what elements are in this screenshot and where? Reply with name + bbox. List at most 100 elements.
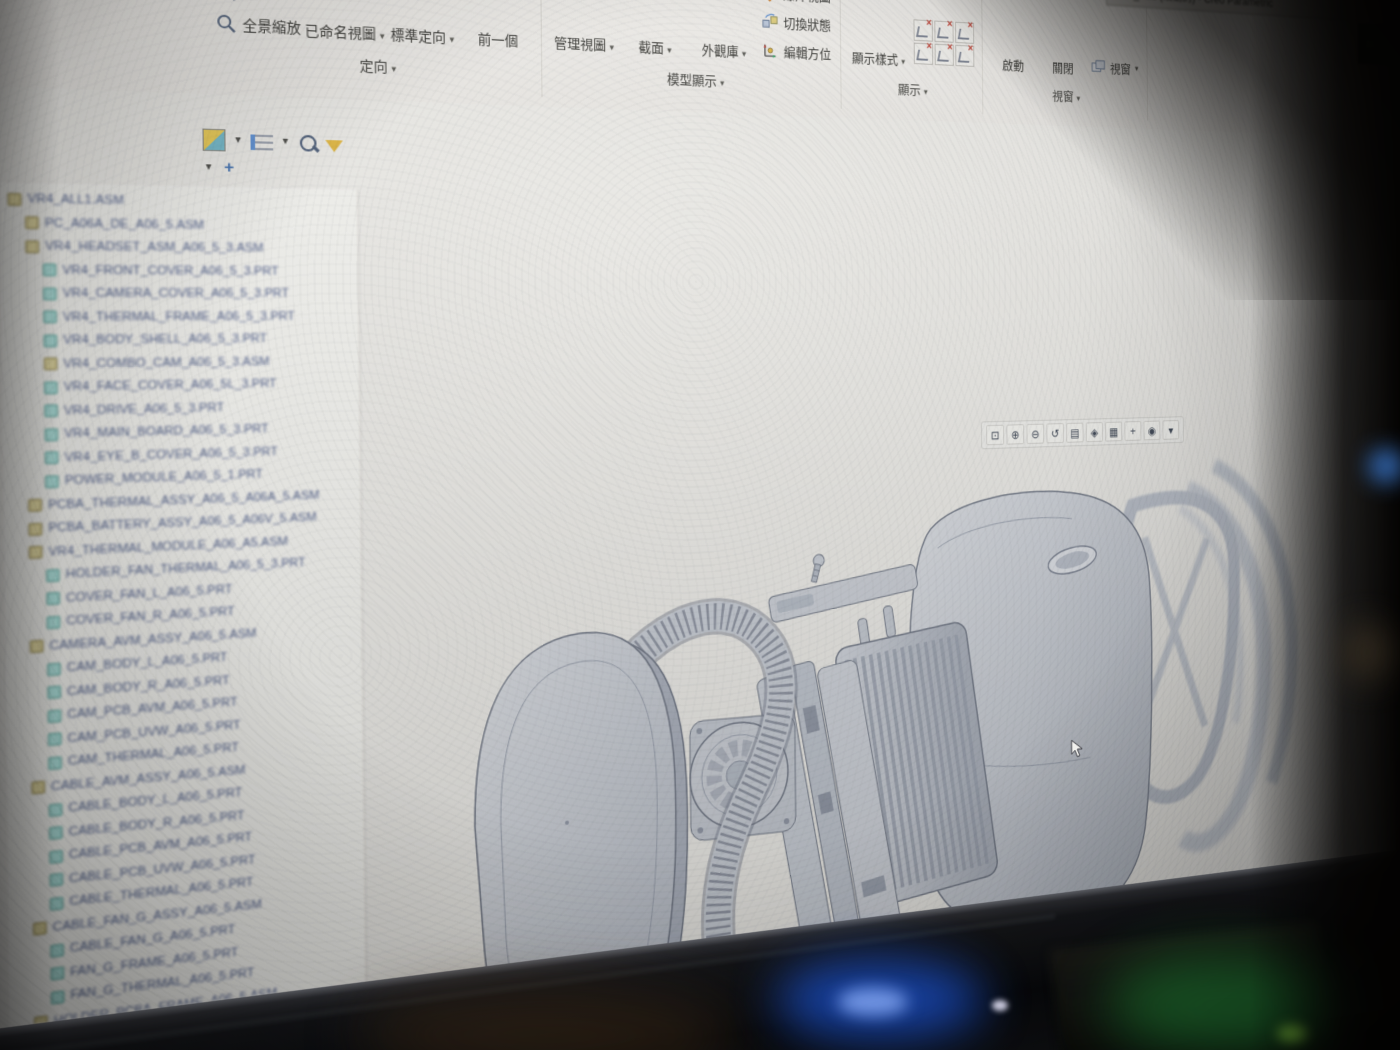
- refit-icon[interactable]: ⊡: [986, 425, 1004, 446]
- asm-icon: [25, 217, 39, 230]
- dropdown-icon[interactable]: ▾: [280, 132, 291, 152]
- datum-display-icon[interactable]: +: [1124, 421, 1141, 441]
- photo-scene: 全景縮放 已命名視圖 ▾: [0, 0, 1400, 1050]
- window-title: VR4_AL1 (活動的) - Creo Parametric: [1114, 0, 1273, 10]
- tree-item-label: VR4_CAMERA_COVER_A06_5_3.PRT: [62, 287, 289, 301]
- zoom-out-icon[interactable]: ⊖: [1027, 424, 1045, 444]
- prt-icon: [43, 264, 57, 277]
- monitor: 全景縮放 已命名視圖 ▾: [0, 0, 1400, 1050]
- screw-part[interactable]: [809, 553, 826, 583]
- display-style-label: 顯示樣式: [852, 50, 898, 67]
- prt-icon: [47, 616, 61, 629]
- window-cascade-icon: [1091, 58, 1107, 77]
- in-graphics-toolbar: ⊡⊕⊖↺▤◈▦+◉▾: [981, 416, 1184, 449]
- sections-label: 截面: [638, 39, 663, 56]
- prt-icon: [45, 452, 59, 465]
- more-icon[interactable]: ▾: [1163, 420, 1180, 440]
- prt-icon: [51, 967, 64, 981]
- exploded-view-icon: [761, 0, 779, 2]
- chevron-down-icon: ▾: [1077, 93, 1081, 103]
- dropdown-icon[interactable]: ▾: [203, 158, 215, 178]
- tree-item-label: VR4_ALL1.ASM: [27, 192, 124, 207]
- list-view-icon[interactable]: [250, 134, 273, 150]
- chevron-down-icon: ▾: [720, 78, 724, 88]
- prt-icon: [47, 662, 61, 675]
- filter-icon[interactable]: [325, 139, 343, 151]
- asm-icon: [29, 546, 43, 559]
- group-show-label: 顯示: [898, 82, 921, 98]
- named-views-button[interactable]: 已命名視圖 ▾: [308, 0, 380, 48]
- annotation-display-toggle[interactable]: ×: [935, 44, 954, 66]
- group-window-label: 視窗: [1052, 89, 1073, 104]
- refit-icon: [215, 0, 237, 2]
- axis-display-toggle[interactable]: ×: [914, 19, 933, 41]
- prt-icon: [43, 287, 57, 300]
- background-window[interactable]: [1358, 23, 1400, 71]
- close-window-button[interactable]: 關閉: [1040, 0, 1084, 81]
- prt-icon: [47, 686, 61, 700]
- repaint-icon[interactable]: ↺: [1046, 423, 1063, 443]
- chevron-down-icon: ▾: [380, 30, 385, 41]
- csys-display-toggle[interactable]: ×: [955, 22, 974, 44]
- refit-button[interactable]: [215, 0, 301, 6]
- standard-orient-button[interactable]: 標準定向 ▾: [387, 0, 457, 51]
- dropdown-icon[interactable]: ▾: [232, 131, 244, 151]
- prt-icon: [49, 826, 62, 840]
- plane-display-toggle[interactable]: ×: [914, 43, 933, 65]
- previous-view-button[interactable]: 前一個: [463, 0, 531, 55]
- find-icon[interactable]: [300, 134, 317, 151]
- toggle-status-label: 切換狀態: [783, 13, 831, 35]
- tree-item-label: VR4_FRONT_COVER_A06_5_3.PRT: [62, 263, 278, 278]
- bracket-arm-part[interactable]: [768, 564, 918, 623]
- asm-icon: [29, 523, 43, 536]
- prt-icon: [45, 475, 59, 488]
- appearance-gallery-button[interactable]: 外觀庫 ▾: [692, 0, 754, 65]
- model-edit-icon[interactable]: [202, 129, 225, 152]
- tree-item-label: POWER_MODULE_A06_5_1.PRT: [65, 468, 263, 488]
- point-display-toggle[interactable]: ×: [934, 21, 953, 43]
- tree-item[interactable]: VR4_CAMERA_COVER_A06_5_3.PRT: [9, 282, 359, 306]
- creo-window-titlebar[interactable]: VR4_AL1 (活動的) - Creo Parametric: [1106, 0, 1358, 21]
- select-add-icon[interactable]: +: [221, 158, 237, 178]
- prt-icon: [43, 311, 57, 324]
- activate-label: 啟動: [1002, 55, 1024, 78]
- appearance-gallery-label: 外觀庫: [702, 42, 739, 59]
- zoom-in-icon[interactable]: ⊕: [1006, 424, 1024, 444]
- manage-views-button[interactable]: 管理視圖 ▾: [551, 0, 616, 59]
- close-window-label: 關閉: [1052, 58, 1074, 81]
- view-manager-icon[interactable]: ▦: [1105, 422, 1122, 442]
- chevron-down-icon: ▾: [391, 63, 396, 74]
- prt-icon: [50, 943, 63, 957]
- saved-orientations-icon[interactable]: ◈: [1086, 422, 1103, 442]
- asm-icon: [44, 358, 58, 371]
- prt-icon: [46, 569, 60, 582]
- activate-button[interactable]: 啟動: [990, 0, 1035, 78]
- sections-button[interactable]: 截面 ▾: [622, 0, 686, 62]
- tree-item-label: VR4_EYE_B_COVER_A06_5_3.PRT: [64, 445, 278, 464]
- tree-item[interactable]: VR4_HEADSET_ASM_A06_5_3.ASM: [8, 235, 358, 261]
- display-style-button[interactable]: 顯示樣式 ▾: [849, 0, 907, 72]
- annotations-icon[interactable]: ◉: [1144, 421, 1161, 441]
- prt-icon: [49, 803, 62, 817]
- prt-icon: [50, 873, 63, 887]
- prt-icon: [51, 990, 64, 1004]
- display-style-icon[interactable]: ▤: [1066, 423, 1083, 443]
- prt-icon: [45, 428, 59, 441]
- chevron-down-icon: ▾: [450, 34, 455, 45]
- tree-item[interactable]: VR4_THERMAL_FRAME_A06_5_3.PRT: [9, 305, 359, 329]
- group-model-display-label: 模型顯示: [667, 71, 717, 88]
- tree-item-label: VR4_DRIVE_A06_5_3.PRT: [64, 401, 224, 418]
- toggle-status-button[interactable]: 切換狀態: [761, 11, 831, 34]
- tree-item[interactable]: VR4_FRONT_COVER_A06_5_3.PRT: [8, 258, 358, 283]
- zoom-all-button[interactable]: 全景縮放: [215, 12, 301, 37]
- prt-icon: [46, 592, 60, 605]
- toggle-status-icon: [761, 11, 779, 31]
- edit-position-button[interactable]: 編輯方位: [761, 41, 831, 63]
- asm-icon: [28, 499, 42, 512]
- prt-icon: [48, 709, 61, 723]
- tree-item-label: PC_A06A_DE_A06_5.ASM: [45, 216, 204, 232]
- spin-center-toggle[interactable]: ×: [955, 45, 974, 67]
- exploded-view-button[interactable]: 爆炸視圖: [761, 0, 831, 6]
- model-tree-panel[interactable]: VR4_ALL1.ASM PC_A06A_DE_A06_5.ASM VR4_HEAD…: [0, 182, 367, 1027]
- chevron-down-icon: ▾: [742, 49, 746, 59]
